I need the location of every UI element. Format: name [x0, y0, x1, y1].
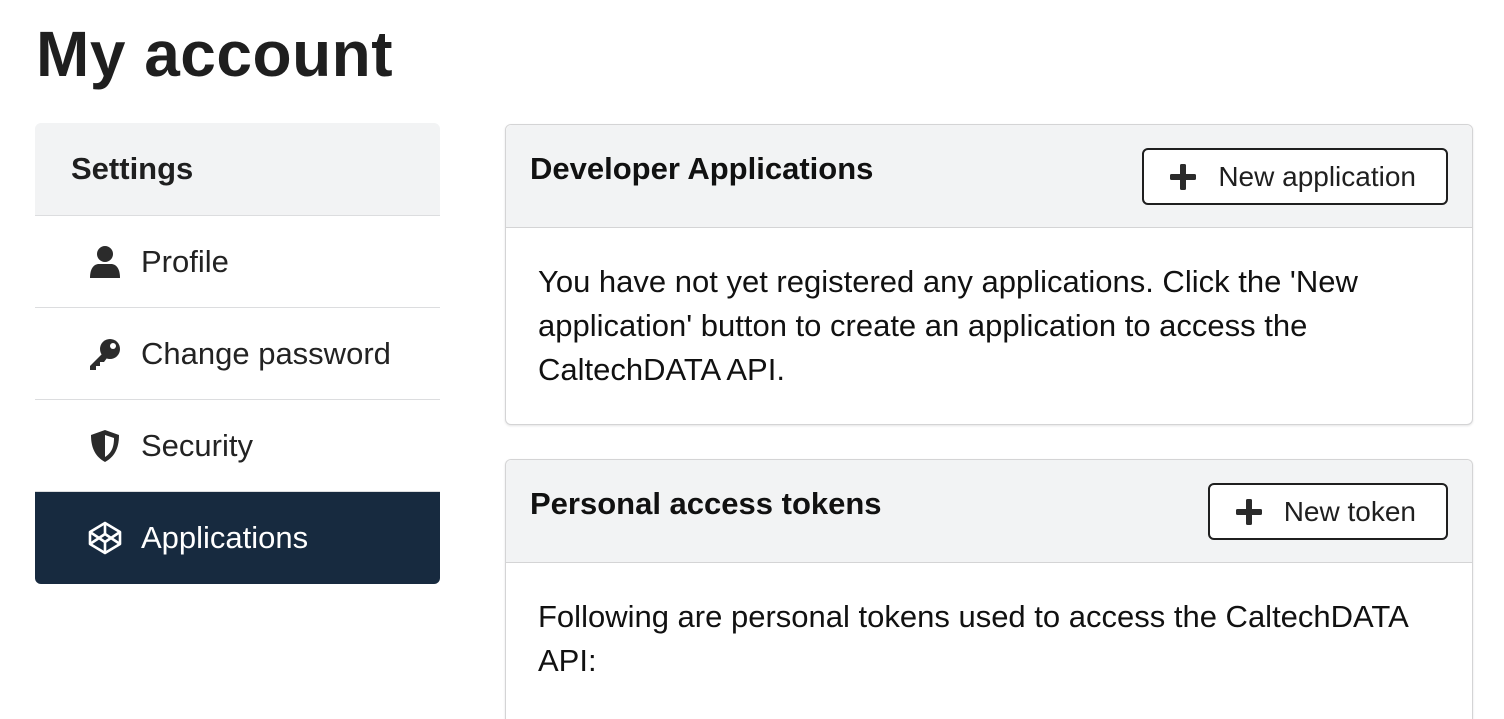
panel-body-text: You have not yet registered any applicat…	[538, 264, 1358, 387]
user-icon	[87, 244, 123, 280]
panel-body-text: Following are personal tokens used to ac…	[538, 599, 1408, 678]
button-label: New token	[1283, 495, 1416, 527]
sidebar-item-security[interactable]: Security	[35, 400, 440, 492]
panel-header: Developer Applications New application	[506, 125, 1472, 228]
panel-title: Personal access tokens	[530, 486, 882, 521]
sidebar-item-label: Security	[141, 427, 253, 463]
key-icon	[87, 336, 123, 372]
personal-access-tokens-panel: Personal access tokens New token Followi…	[505, 459, 1473, 719]
sidebar-item-label: Profile	[141, 243, 229, 279]
sidebar-item-label: Applications	[141, 520, 309, 555]
codepen-icon	[87, 520, 123, 556]
button-label: New application	[1218, 160, 1416, 192]
sidebar-item-change-password[interactable]: Change password	[35, 308, 440, 400]
sidebar-header: Settings	[35, 123, 440, 216]
new-application-button[interactable]: New application	[1142, 148, 1448, 205]
new-token-button[interactable]: New token	[1207, 483, 1448, 540]
plus-icon	[1170, 163, 1197, 190]
page-title: My account	[36, 18, 394, 90]
panel-header: Personal access tokens New token	[506, 460, 1472, 563]
sidebar-item-label: Change password	[141, 335, 391, 371]
sidebar-item-applications[interactable]: Applications	[35, 492, 440, 584]
developer-applications-panel: Developer Applications New application Y…	[505, 124, 1473, 425]
sidebar-item-profile[interactable]: Profile	[35, 216, 440, 308]
shield-icon	[87, 428, 123, 464]
panel-title: Developer Applications	[530, 151, 874, 186]
settings-sidebar: Settings Profile Change password Securit…	[35, 123, 440, 584]
plus-icon	[1235, 498, 1262, 525]
